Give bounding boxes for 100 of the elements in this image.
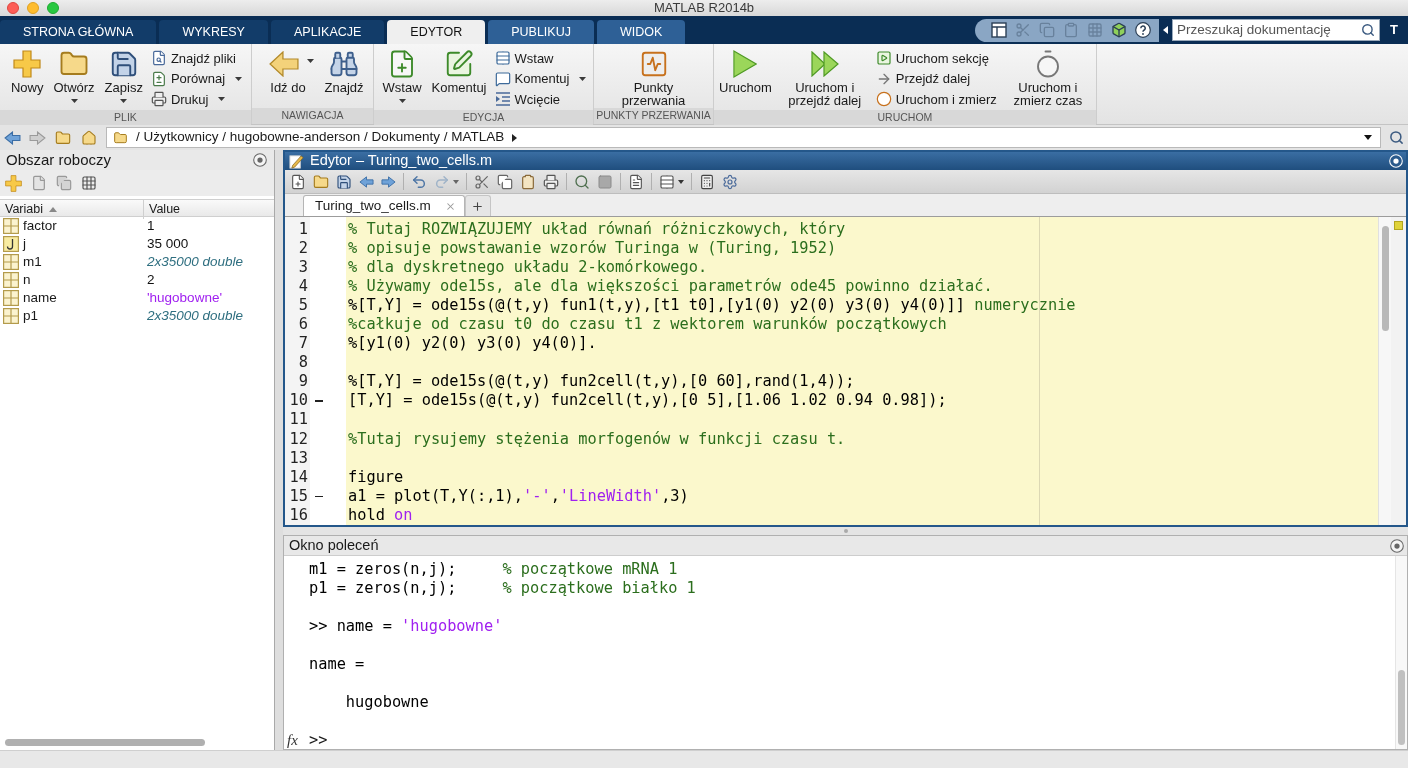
- new-tab-button[interactable]: [464, 195, 491, 216]
- ribbon-button[interactable]: Zapisz: [102, 48, 145, 108]
- stop-icon[interactable]: [597, 173, 613, 190]
- ribbon-button[interactable]: Nowy: [8, 48, 46, 108]
- grid-variable-icon: [3, 272, 19, 288]
- fast-forward-icon: [810, 50, 839, 77]
- plus-icon[interactable]: [5, 174, 22, 192]
- ribbon-button[interactable]: Otwórz: [51, 48, 97, 108]
- ribbon-button[interactable]: Porównaj: [150, 68, 243, 89]
- group-label: PUNKTY PRZERWANIA: [596, 108, 711, 124]
- line-number: 13: [289, 448, 308, 468]
- search-icon[interactable]: [1389, 130, 1404, 145]
- editor-title: Edytor – Turing_two_cells.m: [310, 151, 493, 171]
- file-tab[interactable]: Turing_two_cells.m: [303, 195, 465, 216]
- variable-value: 35 000: [147, 236, 189, 252]
- copy-icon[interactable]: [497, 173, 513, 190]
- toolstrip-tab[interactable]: APLIKACJE: [270, 20, 385, 44]
- ribbon-button[interactable]: Drukuj: [150, 89, 243, 110]
- caret-icon: [398, 99, 406, 103]
- copy-icon[interactable]: [56, 175, 72, 191]
- grid-variable-icon: [3, 290, 19, 306]
- save-icon[interactable]: [336, 173, 352, 190]
- search-icon[interactable]: [574, 173, 590, 190]
- ribbon-button[interactable]: Wstaw: [380, 48, 424, 108]
- cut-icon[interactable]: [474, 173, 490, 190]
- toolstrip-tab[interactable]: STRONA GŁÓWNA: [0, 20, 157, 44]
- hook-variable-icon: [3, 236, 19, 252]
- line-number: 6: [298, 314, 308, 335]
- right-arrow-icon[interactable]: [381, 175, 396, 188]
- ribbon-button[interactable]: Znajdź: [322, 48, 366, 108]
- horizontal-scrollbar[interactable]: [5, 738, 205, 746]
- toolstrip-tab[interactable]: WYKRESY: [159, 20, 268, 44]
- document-icon[interactable]: [628, 173, 644, 190]
- ribbon-button[interactable]: Przejdź dalej: [875, 68, 997, 89]
- window-close-button[interactable]: [7, 2, 19, 14]
- variable-name: j: [23, 236, 26, 252]
- variable-value: 'hugobowne': [147, 290, 222, 306]
- vertical-scrollbar[interactable]: [1381, 226, 1389, 331]
- printer-icon[interactable]: [543, 173, 559, 190]
- edit-document-icon: [289, 153, 304, 169]
- toolstrip-tab[interactable]: WIDOK: [596, 20, 686, 44]
- ribbon-button[interactable]: Komentuj: [494, 68, 587, 89]
- line-number: 12: [289, 429, 308, 449]
- line-number: 16: [289, 505, 308, 525]
- ribbon-button[interactable]: Punkty przerwania: [608, 48, 699, 108]
- variable-value: 2: [147, 272, 155, 288]
- window-zoom-button[interactable]: [47, 2, 59, 14]
- table-icon[interactable]: [659, 173, 675, 190]
- clock-icon: [875, 91, 892, 108]
- code-line: %[T,Y] = ode15s(@(t,y) fun2cell(t,y),[0 60],rand(1,4));: [348, 372, 855, 391]
- ribbon-button[interactable]: Idź do: [259, 48, 317, 108]
- toolstrip-tab[interactable]: PUBLIKUJ: [488, 20, 594, 44]
- help-icon[interactable]: [1135, 22, 1151, 38]
- window-minimize-button[interactable]: [27, 2, 39, 14]
- ribbon-button[interactable]: Uruchom i przejdź dalej: [779, 48, 870, 108]
- line-number: 1: [298, 219, 308, 239]
- ribbon-button[interactable]: Uruchom i zmierz: [875, 89, 997, 110]
- left-arrow-icon[interactable]: [359, 175, 374, 188]
- splitter-handle[interactable]: [843, 529, 848, 533]
- window-layout-icon[interactable]: [991, 22, 1007, 38]
- code-line: %[y1(0) y2(0) y3(0) y4(0)].: [348, 334, 597, 353]
- search-field[interactable]: Przeszukaj dokumentację: [1172, 19, 1380, 41]
- caret-icon: [1364, 135, 1372, 140]
- ribbon-button[interactable]: Uruchom: [717, 48, 774, 108]
- group-label: PLIK: [114, 109, 137, 125]
- new-file-icon[interactable]: [290, 173, 306, 190]
- ribbon-button[interactable]: Uruchom sekcję: [875, 48, 997, 69]
- paste-icon[interactable]: [520, 173, 536, 190]
- line-number: 3: [298, 257, 308, 277]
- speech-bubble-icon: [494, 70, 511, 87]
- function-browser-button[interactable]: fx: [287, 730, 306, 750]
- folder-icon[interactable]: [313, 173, 329, 190]
- back-arrow-icon[interactable]: [4, 130, 21, 145]
- column-header[interactable]: Variabi: [0, 200, 143, 219]
- ribbon-button[interactable]: Uruchom i zmierz czas: [1002, 48, 1093, 108]
- home-icon[interactable]: [80, 129, 98, 146]
- variable-value: 2x35000 double: [147, 254, 244, 270]
- line-number: 2: [298, 238, 308, 258]
- column-header[interactable]: Value: [143, 200, 274, 219]
- undo-icon[interactable]: [411, 173, 427, 190]
- ribbon-button[interactable]: Komentuj: [429, 48, 489, 108]
- circle-caret-icon[interactable]: [253, 153, 267, 167]
- box-icon[interactable]: [1111, 22, 1127, 38]
- settings-icon[interactable]: [722, 173, 738, 190]
- path-field[interactable]: / Użytkownicy / hugobowne-anderson / Dokumenty / MATLAB: [106, 127, 1381, 148]
- vertical-scrollbar[interactable]: [1398, 670, 1405, 745]
- table-icon: [494, 50, 511, 67]
- toolstrip-toggle-button[interactable]: T: [1384, 20, 1404, 40]
- folder-icon[interactable]: [54, 129, 72, 146]
- circle-caret-icon[interactable]: [1390, 538, 1404, 553]
- forward-arrow-icon[interactable]: [29, 130, 46, 145]
- plus-icon: [471, 199, 485, 213]
- line-number: 8: [298, 353, 308, 373]
- calculator-icon[interactable]: [699, 173, 715, 190]
- ribbon-button[interactable]: Znajdź pliki: [150, 48, 243, 69]
- ribbon-button[interactable]: Wstaw: [494, 48, 587, 69]
- ribbon-button[interactable]: Wcięcie: [494, 89, 587, 110]
- close-icon[interactable]: [444, 200, 456, 212]
- grid-icon[interactable]: [81, 175, 97, 191]
- grid-variable-icon: [3, 218, 19, 234]
